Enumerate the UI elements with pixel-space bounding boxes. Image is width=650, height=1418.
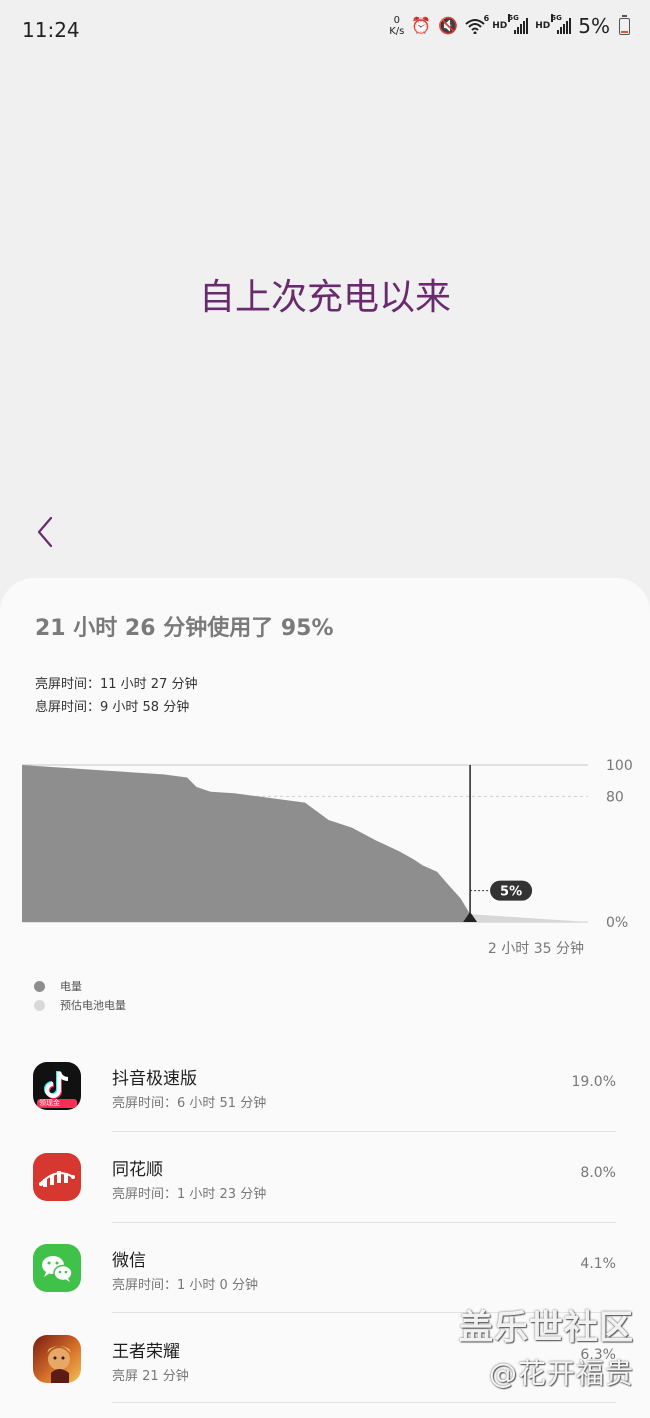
- app-screen-time: 亮屏 21 分钟: [112, 1369, 189, 1384]
- remaining-time-label: 2 小时 35 分钟: [488, 940, 584, 957]
- douyin-badge: 领现金: [39, 1099, 60, 1107]
- status-icons: 0 K/s ⏰ 🔇 6 HD 5G HD 5G 5%: [389, 14, 630, 38]
- app-name: 抖音极速版: [112, 1069, 197, 1089]
- usage-summary: 21 小时 26 分钟使用了 95%: [35, 616, 334, 641]
- current-level-label: 5%: [500, 885, 522, 900]
- battery-level-area: [22, 765, 471, 922]
- douyin-lite-icon: 领现金: [33, 1062, 81, 1110]
- screen-off-time: 息屏时间：9 小时 58 分钟: [35, 700, 190, 715]
- signal-icon-2: 5G: [551, 14, 572, 34]
- watermark-author: @花开福贵: [488, 1357, 634, 1390]
- screen-on-time: 亮屏时间：11 小时 27 分钟: [35, 677, 198, 692]
- estimated-battery-area: [470, 914, 588, 922]
- list-item[interactable]: 同花顺 亮屏时间：1 小时 23 分钟 8.0%: [0, 1131, 650, 1221]
- app-name: 微信: [112, 1251, 146, 1271]
- net-speed: 0 K/s: [389, 15, 404, 37]
- legend-swatch-estimated: [34, 999, 45, 1011]
- y-tick-label: 0%: [606, 915, 628, 931]
- wifi-icon: 6: [465, 14, 489, 35]
- watermark-community: 盖乐世社区: [459, 1308, 634, 1348]
- status-time: 11:24: [22, 18, 80, 42]
- app-usage-percent: 4.1%: [580, 1256, 616, 1272]
- wifi-tag: 6: [483, 14, 490, 23]
- signal-icon: 5G: [508, 14, 529, 34]
- alarm-icon: ⏰: [411, 16, 432, 35]
- page-title: 自上次充电以来: [198, 277, 451, 318]
- app-name: 王者荣耀: [112, 1342, 180, 1362]
- net-speed-unit: K/s: [389, 26, 405, 37]
- legend-label-battery: 电量: [60, 980, 82, 993]
- legend-swatch-battery: [34, 980, 45, 992]
- app-usage-percent: 8.0%: [580, 1165, 616, 1181]
- battery-icon: [619, 14, 630, 35]
- sim1-tag: 5G: [508, 14, 519, 22]
- tonghuashun-icon: [33, 1153, 81, 1201]
- net-speed-value: 0: [393, 15, 400, 26]
- list-item[interactable]: 微信 亮屏时间：1 小时 0 分钟 4.1%: [0, 1222, 650, 1312]
- legend-label-estimated: 预估电池电量: [60, 999, 126, 1012]
- app-screen-time: 亮屏时间：6 小时 51 分钟: [112, 1096, 267, 1111]
- honor-of-kings-icon: [33, 1335, 81, 1383]
- wechat-icon: [33, 1244, 81, 1292]
- chevron-left-icon: [37, 516, 53, 548]
- divider: [112, 1402, 616, 1403]
- battery-percent: 5%: [578, 14, 610, 38]
- app-screen-time: 亮屏时间：1 小时 23 分钟: [112, 1187, 267, 1202]
- legend-item-estimated: 预估电池电量: [34, 997, 126, 1013]
- app-usage-percent: 19.0%: [571, 1074, 616, 1090]
- app-name: 同花顺: [112, 1160, 163, 1180]
- legend-item-battery: 电量: [34, 978, 82, 994]
- y-tick-label: 100: [606, 758, 633, 774]
- mute-icon: 🔇: [438, 16, 459, 35]
- back-button[interactable]: [32, 512, 62, 552]
- sim2-tag: 5G: [551, 14, 562, 22]
- list-item[interactable]: 领现金 抖音极速版 亮屏时间：6 小时 51 分钟 19.0%: [0, 1040, 650, 1130]
- hd-label-1: HD: [492, 21, 508, 31]
- app-screen-time: 亮屏时间：1 小时 0 分钟: [112, 1278, 258, 1293]
- battery-chart[interactable]: 100 80 0% 2 小时 35 分钟 5%: [0, 745, 650, 965]
- hd-label-2: HD: [535, 21, 551, 31]
- y-tick-label: 80: [606, 789, 624, 805]
- status-bar: 11:24 0 K/s ⏰ 🔇 6 HD 5G HD 5G 5%: [0, 0, 650, 60]
